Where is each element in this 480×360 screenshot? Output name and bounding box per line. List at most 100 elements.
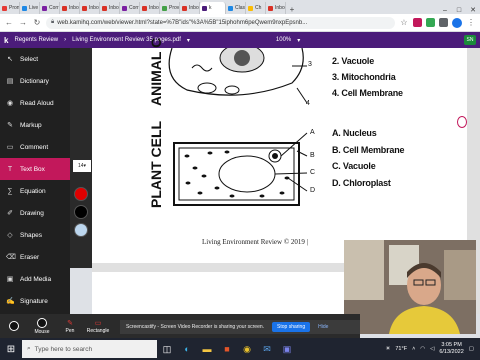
menu-kebab-icon[interactable]: ⋮ xyxy=(466,18,476,27)
browser-tab[interactable]: Prov xyxy=(160,2,180,14)
reload-icon[interactable]: ↻ xyxy=(32,18,42,27)
windows-start-icon[interactable]: ⊞ xyxy=(0,344,22,355)
browser-tab[interactable]: Inbo xyxy=(180,2,200,14)
animal-cell-label: ANIMAL C xyxy=(148,37,164,106)
color-swatch[interactable] xyxy=(74,187,88,201)
sidebar-item-label: Equation xyxy=(20,187,46,195)
chrome-icon[interactable]: ◉ xyxy=(237,344,257,355)
new-tab-button[interactable]: + xyxy=(286,5,298,14)
tab-label: Prov xyxy=(169,5,180,11)
task-view-icon[interactable]: ◫ xyxy=(157,344,177,355)
sidebar-item-text-box[interactable]: T Text Box xyxy=(0,158,70,180)
browser-tab[interactable]: Live xyxy=(20,2,40,14)
mouse-tool[interactable]: Mouse xyxy=(28,317,56,335)
browser-tab[interactable]: Corr xyxy=(120,2,140,14)
teams-icon[interactable]: ▣ xyxy=(277,344,297,355)
extension-icon[interactable] xyxy=(439,18,448,27)
breadcrumb-root[interactable]: Regents Review xyxy=(14,37,58,43)
tab-label: Inbo xyxy=(275,5,285,11)
notification-icon[interactable]: ▢ xyxy=(469,346,474,352)
taskbar-search[interactable]: ⌕ Type here to search xyxy=(22,340,157,358)
edge-icon[interactable]: ◐ xyxy=(177,344,197,354)
read-aloud-icon: ◉ xyxy=(6,100,14,107)
pause-button[interactable] xyxy=(0,321,28,331)
office-icon[interactable]: ■ xyxy=(217,344,237,354)
extension-icon[interactable] xyxy=(413,18,422,27)
windows-taskbar: ⊞ ⌕ Type here to search ◫ ◐ ▬ ■ ◉ ✉ ▣ ☀ … xyxy=(0,338,480,360)
stop-sharing-button[interactable]: Stop sharing xyxy=(272,322,311,332)
star-icon[interactable]: ☆ xyxy=(399,18,409,27)
font-size-select[interactable]: 14 ▾ xyxy=(73,160,91,172)
browser-tab[interactable]: Inbo xyxy=(80,2,100,14)
browser-tab[interactable]: Inbo xyxy=(100,2,120,14)
browser-tab[interactable]: Inbo xyxy=(60,2,80,14)
webcam-overlay[interactable] xyxy=(344,240,476,334)
pdf-page[interactable]: ANIMAL C PLANT CELL 3 4 2. Vacuole 3. Mi… xyxy=(92,38,467,263)
chevron-up-icon[interactable]: ˄ xyxy=(412,346,415,352)
animal-callout-4: 4 xyxy=(306,100,310,107)
comment-marker-icon[interactable] xyxy=(457,116,467,128)
drawing-icon: ✐ xyxy=(7,210,13,217)
sidebar-item-equation[interactable]: ∑ Equation xyxy=(0,180,70,202)
sidebar-item-markup[interactable]: ✎ Markup xyxy=(0,114,70,136)
animal-answer: 4. Cell Membrane xyxy=(332,88,403,98)
browser-tab[interactable]: Clas xyxy=(226,2,246,14)
sidebar-item-comment[interactable]: ▭ Comment xyxy=(0,136,70,158)
chevron-down-icon[interactable]: ▾ xyxy=(297,37,300,44)
page-footer: Living Environment Review © 2019 | xyxy=(202,238,309,246)
sidebar-item-add-media[interactable]: ▣ Add Media xyxy=(0,268,70,290)
back-icon[interactable]: ← xyxy=(4,18,14,27)
share-message: Screencastify - Screen Video Recorder is… xyxy=(126,324,265,330)
browser-tab-strip: Pron Live Corr Inbo Inbo Inbo Corr Inbo Prov Inbo… xyxy=(0,0,480,14)
zoom-level[interactable]: 100% xyxy=(276,37,291,43)
forward-icon[interactable]: → xyxy=(18,18,28,27)
chevron-down-icon[interactable]: ▾ xyxy=(187,37,190,44)
tab-label: Inbo xyxy=(89,5,99,11)
sidebar-item-select[interactable]: ↖ Select xyxy=(0,48,70,70)
sidebar-item-dictionary[interactable]: ▤ Dictionary xyxy=(0,70,70,92)
plant-answer: C. Vacuole xyxy=(332,161,376,171)
user-badge[interactable]: SN xyxy=(464,35,476,45)
close-icon[interactable]: ✕ xyxy=(466,6,480,14)
sidebar-item-eraser[interactable]: ⌫ Eraser xyxy=(0,246,70,268)
animal-answer: 2. Vacuole xyxy=(332,56,375,66)
browser-tab[interactable]: Corr xyxy=(40,2,60,14)
browser-tab[interactable]: Ch xyxy=(246,2,266,14)
tab-favicon-icon xyxy=(122,5,127,11)
plant-answer: A. Nucleus xyxy=(332,128,377,138)
sidebar-item-drawing[interactable]: ✐ Drawing xyxy=(0,202,70,224)
color-swatch[interactable] xyxy=(74,205,88,219)
plant-callout-b: B xyxy=(310,152,315,159)
browser-tab[interactable]: Inbo xyxy=(266,2,286,14)
tab-label: Pron xyxy=(9,5,20,11)
hide-button[interactable]: Hide xyxy=(318,324,328,330)
sidebar-item-read-aloud[interactable]: ◉ Read Aloud xyxy=(0,92,70,114)
browser-tab[interactable]: Pron xyxy=(0,2,20,14)
clock[interactable]: 3:05 PM 6/13/2022 xyxy=(439,342,463,356)
weather-temp[interactable]: 71°F xyxy=(395,346,407,352)
minimize-icon[interactable]: – xyxy=(438,7,452,14)
color-swatch[interactable] xyxy=(74,223,88,237)
plant-cell-diagram xyxy=(173,132,308,206)
sidebar-item-label: Select xyxy=(20,55,39,63)
document-filename[interactable]: Living Environment Review 35 pages.pdf xyxy=(72,37,181,43)
profile-avatar[interactable] xyxy=(452,17,462,28)
weather-icon[interactable]: ☀ xyxy=(385,346,390,352)
plant-callout-d: D xyxy=(310,187,315,194)
rectangle-tool[interactable]: ▭ Rectangle xyxy=(84,319,112,334)
pen-tool[interactable]: ✎ Pen xyxy=(56,319,84,334)
mail-icon[interactable]: ✉ xyxy=(257,344,277,355)
browser-tab[interactable]: Inbo xyxy=(140,2,160,14)
text-box-icon: T xyxy=(7,165,13,173)
sidebar-item-signature[interactable]: ✍ Signature xyxy=(0,290,70,312)
extension-icon[interactable] xyxy=(426,18,435,27)
sidebar-item-shapes[interactable]: ◇ Shapes xyxy=(0,224,70,246)
address-bar[interactable]: 🔒︎ web.kamihq.com/web/viewer.html?state=… xyxy=(46,16,395,29)
volume-icon[interactable]: ◁ xyxy=(430,346,434,352)
browser-tab-active[interactable]: k xyxy=(200,2,226,14)
wifi-icon[interactable]: ◠ xyxy=(420,346,425,352)
maximize-icon[interactable]: □ xyxy=(452,7,466,14)
file-explorer-icon[interactable]: ▬ xyxy=(197,344,217,354)
kami-logo[interactable]: k xyxy=(4,36,8,45)
tab-favicon-icon xyxy=(182,5,187,11)
